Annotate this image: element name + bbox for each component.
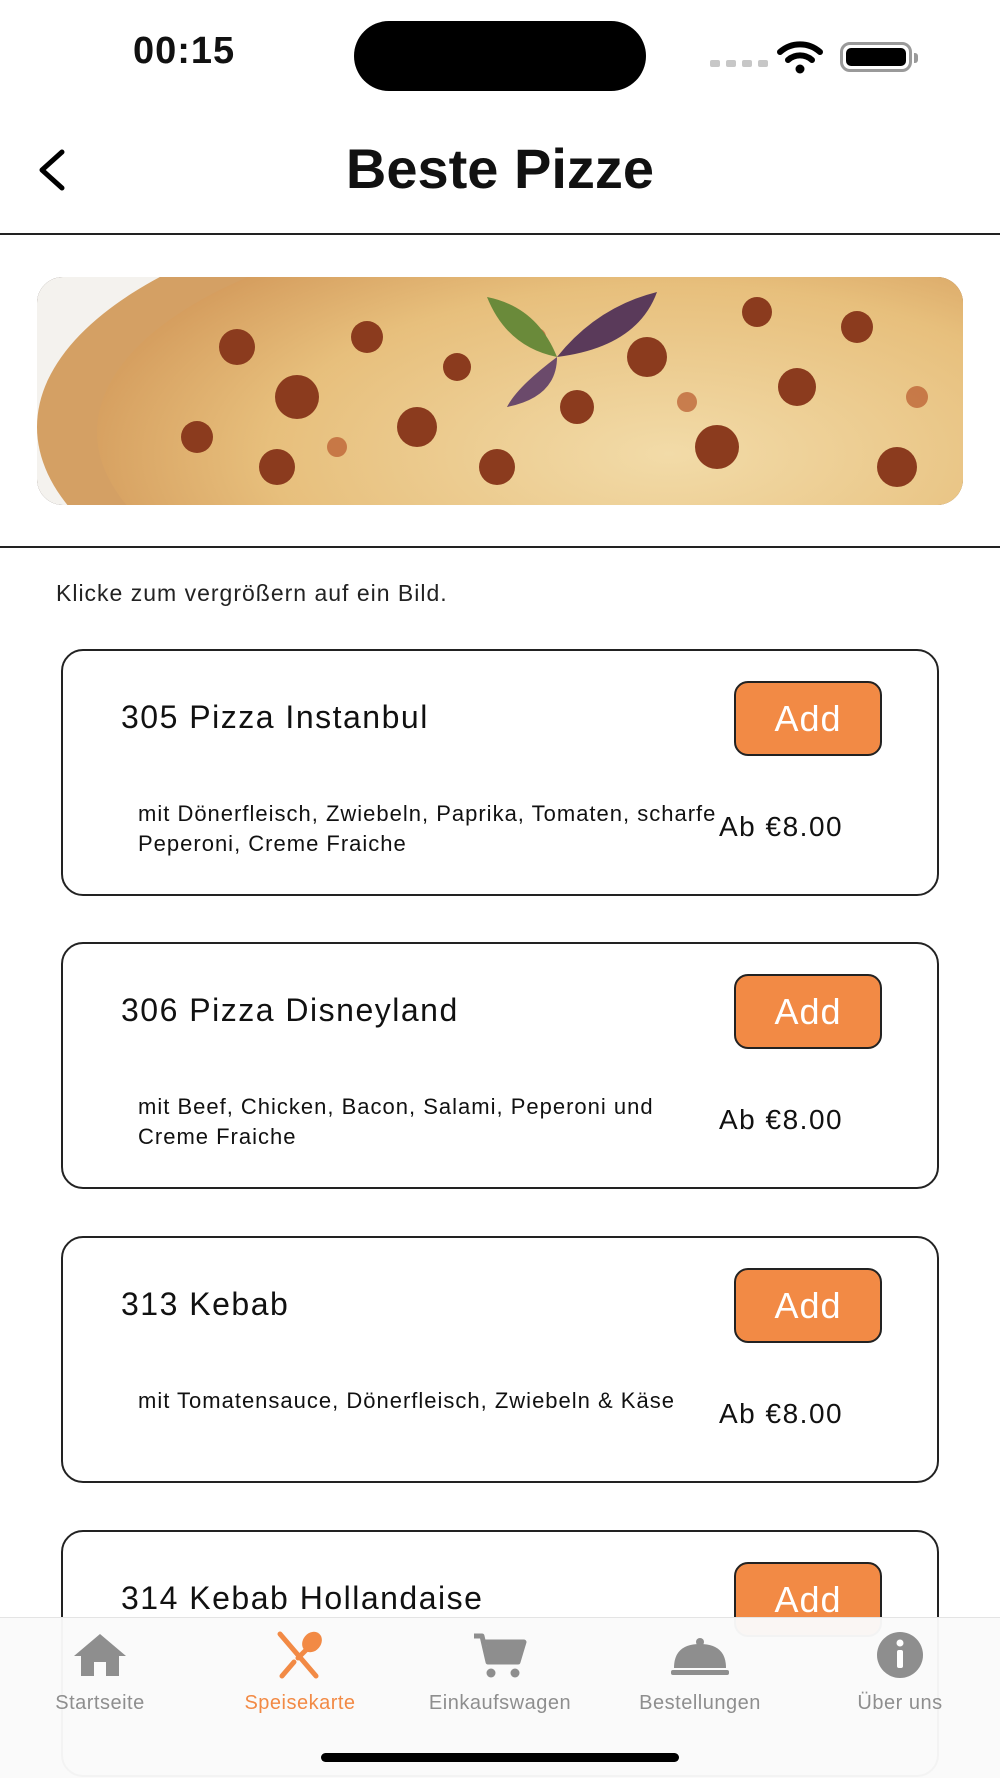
item-price: Ab €8.00 (719, 1104, 844, 1135)
status-bar: 00:15 (0, 0, 1000, 110)
cellular-signal-icon (710, 60, 768, 67)
tab-label: Einkaufswagen (428, 1692, 572, 1714)
item-title: 305 Pizza Instanbul (121, 699, 429, 735)
tab-label: Bestellungen (639, 1692, 761, 1714)
item-description: mit Dönerfleisch, Zwiebeln, Paprika, Tom… (138, 801, 717, 856)
cloche-icon (671, 1638, 729, 1675)
page-title: Beste Pizze (345, 137, 655, 200)
item-description: mit Tomatensauce, Dönerfleisch, Zwiebeln… (138, 1388, 675, 1413)
item-price: Ab €8.00 (719, 811, 844, 842)
menu-item-card: 305 Pizza Instanbul Add mit Dönerfleisch… (61, 649, 939, 896)
add-button[interactable]: Add (734, 974, 882, 1049)
dynamic-island (354, 21, 646, 91)
fork-spoon-icon (277, 1631, 322, 1679)
home-icon (74, 1634, 126, 1676)
status-time: 00:15 (133, 30, 236, 72)
wifi-icon (777, 41, 823, 74)
tab-label: Speisekarte (244, 1692, 356, 1714)
hint-text: Klicke zum vergrößern auf ein Bild. (56, 580, 448, 606)
tab-bestellungen[interactable]: Bestellungen (600, 1618, 800, 1728)
item-title: 313 Kebab (121, 1286, 290, 1322)
add-button[interactable]: Add (734, 681, 882, 756)
battery-icon (840, 42, 918, 72)
info-icon (877, 1632, 923, 1678)
home-indicator[interactable] (321, 1753, 679, 1762)
item-title: 314 Kebab Hollandaise (121, 1580, 484, 1616)
tab-startseite[interactable]: Startseite (0, 1618, 200, 1728)
menu-item-card: 313 Kebab Add mit Tomatensauce, Dönerfle… (61, 1236, 939, 1483)
menu-screen: 00:15 Beste Pizze Klicke zum vergrößern … (0, 0, 1000, 1778)
menu-item-card: 306 Pizza Disneyland Add mit Beef, Chick… (61, 942, 939, 1189)
item-price: Ab €8.00 (719, 1398, 844, 1429)
item-title: 306 Pizza Disneyland (121, 992, 459, 1028)
tab-speisekarte[interactable]: Speisekarte (200, 1618, 400, 1728)
item-description: mit Beef, Chicken, Bacon, Salami, Pepero… (138, 1094, 654, 1149)
section-divider (0, 546, 1000, 548)
add-button[interactable]: Add (734, 1268, 882, 1343)
cart-icon (474, 1633, 527, 1678)
pizza-hero-image[interactable] (37, 277, 963, 505)
tab-ueber-uns[interactable]: Über uns (800, 1618, 1000, 1728)
tab-einkaufswagen[interactable]: Einkaufswagen (400, 1618, 600, 1728)
navigation-bar: Beste Pizze (0, 110, 1000, 235)
tab-label: Startseite (55, 1692, 145, 1714)
tab-label: Über uns (857, 1692, 943, 1714)
